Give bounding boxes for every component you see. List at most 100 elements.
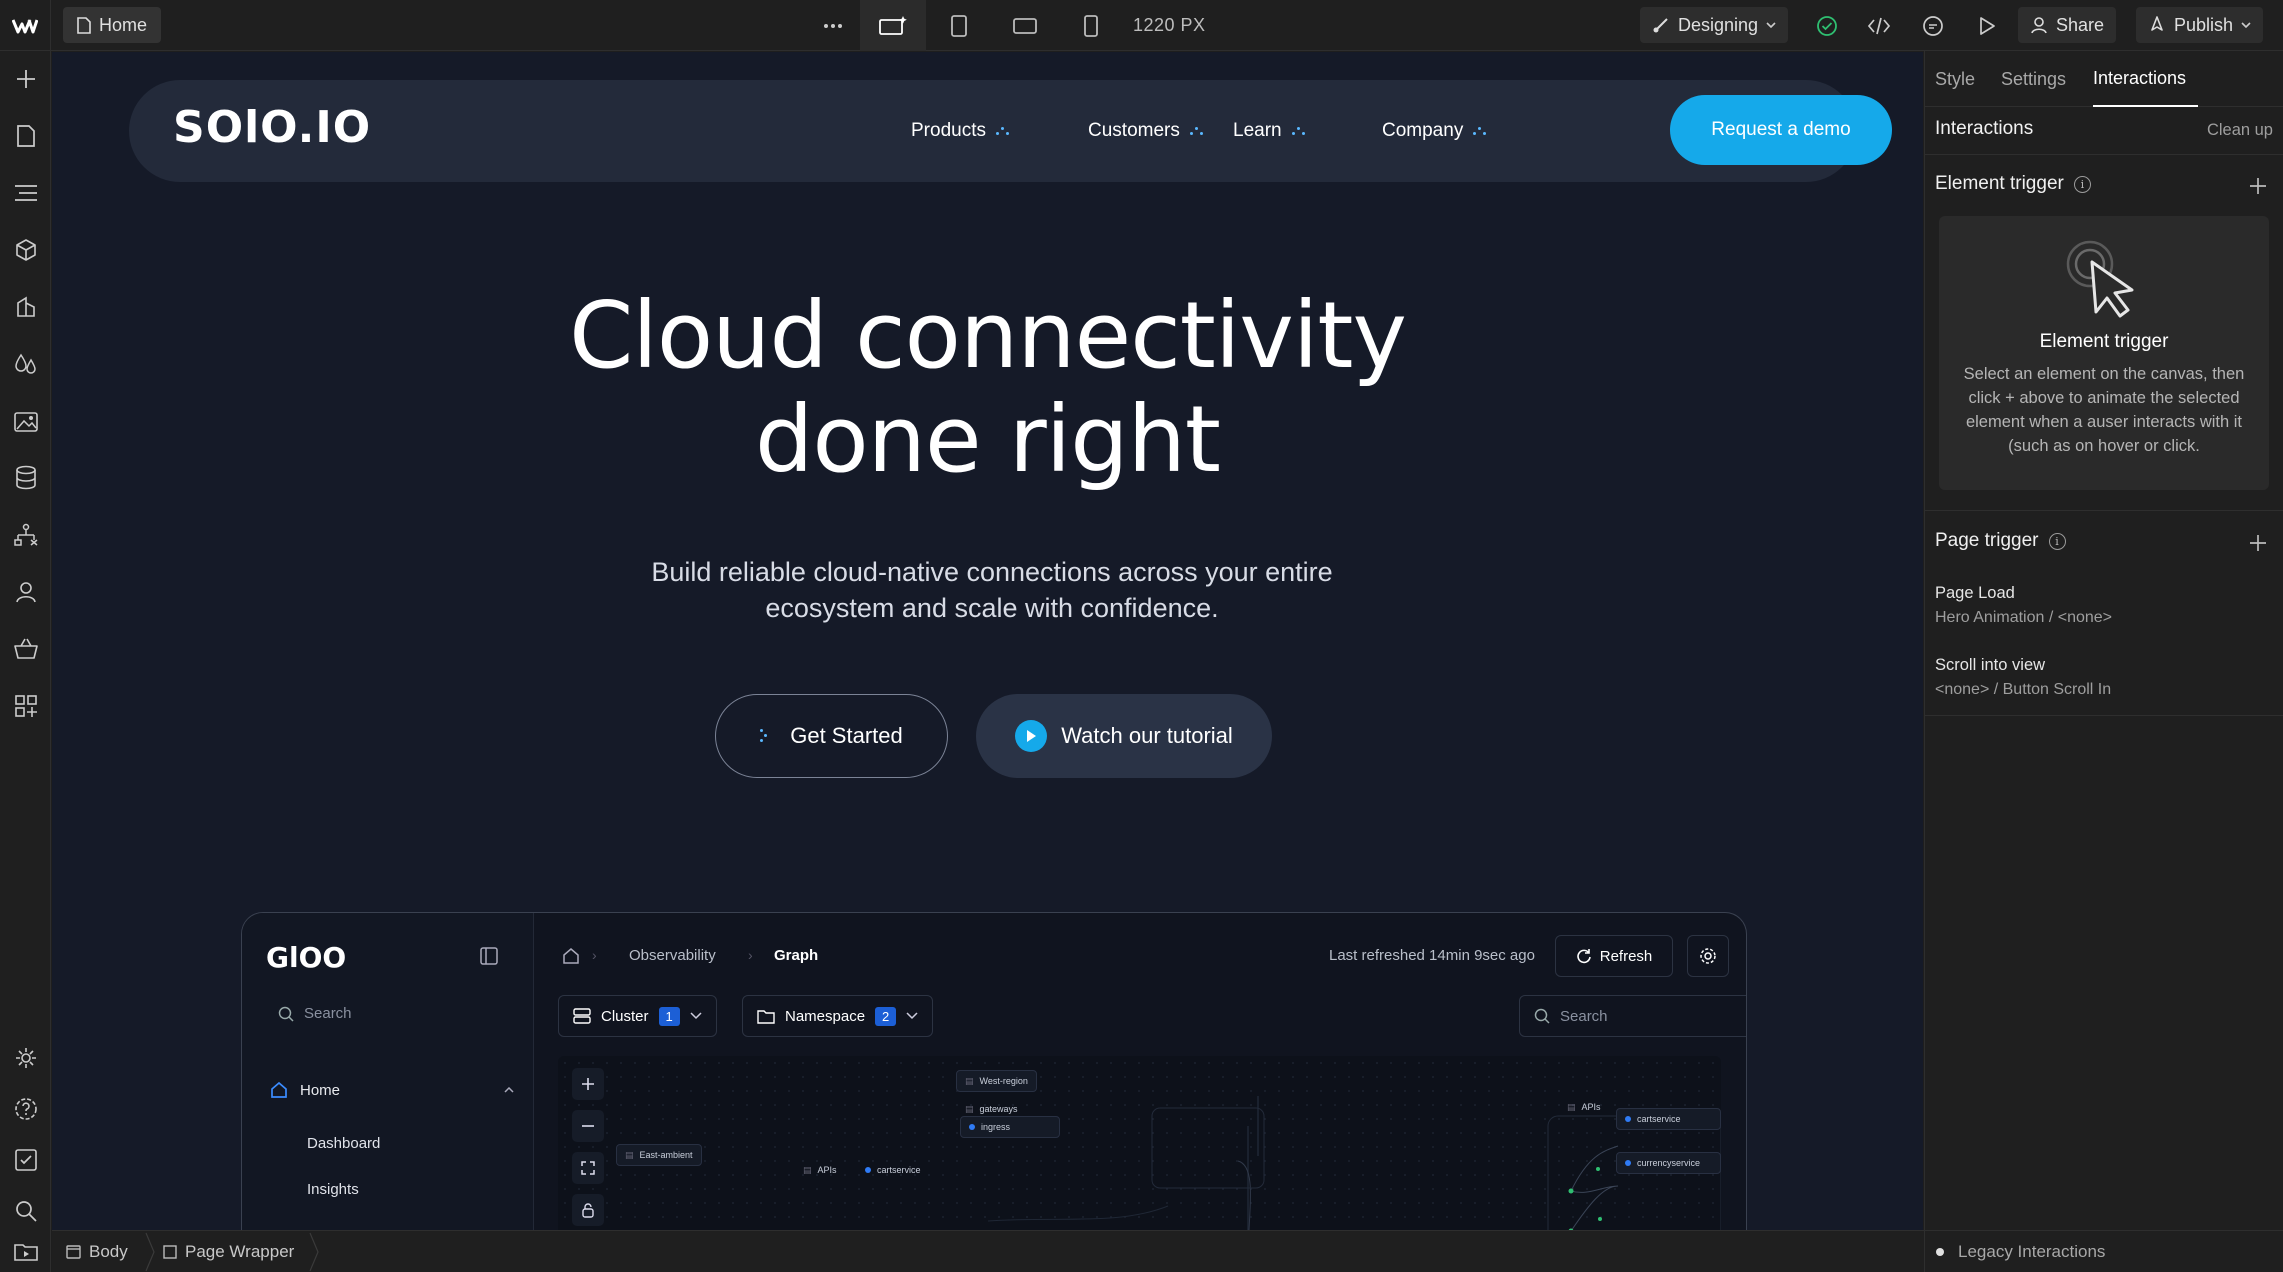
logic-flow-icon[interactable] <box>0 513 51 557</box>
request-demo-button[interactable]: Request a demo <box>1670 95 1892 165</box>
users-icon[interactable] <box>0 570 51 614</box>
home-label: Home <box>300 1081 341 1099</box>
watch-tutorial-button[interactable]: Watch our tutorial <box>976 694 1272 778</box>
top-toolbar: Home 1220 PX Designing Share Publish <box>0 0 2283 51</box>
get-started-label: Get Started <box>790 723 903 748</box>
preview-play-icon[interactable] <box>1962 0 2012 51</box>
sidebar-toggle-icon <box>480 947 498 965</box>
graph-node-apis: ▤ APIs <box>1567 1101 1601 1113</box>
node-label: East-ambient <box>639 1150 693 1160</box>
site-navbar[interactable]: SOlO.IO Products Customers Learn Company… <box>129 80 1892 182</box>
hero-title: Cloud connectivity done right <box>52 284 1923 492</box>
publish-button[interactable]: Publish <box>2136 7 2264 43</box>
viewport-width-readout[interactable]: 1220 PX <box>1133 0 1206 51</box>
legacy-interactions-toggle[interactable]: Legacy Interactions <box>1936 1231 2105 1272</box>
nav-item-company[interactable]: Company <box>1382 80 1487 182</box>
clean-up-button[interactable]: Clean up <box>2207 121 2273 140</box>
tab-interactions[interactable]: Interactions <box>2093 51 2199 107</box>
breadcrumb-page-wrapper[interactable]: Page Wrapper <box>163 1231 294 1272</box>
page-trigger-name: Page Load <box>1935 584 2015 602</box>
watch-tutorial-label: Watch our tutorial <box>1061 723 1233 748</box>
node-label: currencyservice <box>1637 1158 1701 1168</box>
cms-icon[interactable] <box>0 456 51 500</box>
info-icon[interactable]: i <box>2073 175 2091 193</box>
namespace-count: 2 <box>875 1006 897 1026</box>
settings-gear-icon[interactable] <box>0 1036 51 1080</box>
page-selector[interactable]: Home <box>63 7 162 43</box>
home-icon <box>271 1081 287 1098</box>
get-started-button[interactable]: Get Started <box>715 694 948 778</box>
chevron-down-icon <box>1766 22 1776 28</box>
webflow-logo-icon[interactable] <box>0 0 51 51</box>
more-options-icon[interactable] <box>808 0 858 51</box>
video-tutorials-icon[interactable] <box>0 1229 51 1272</box>
comments-icon[interactable] <box>1908 0 1958 51</box>
gear-icon <box>1700 948 1716 964</box>
service-graph: ▤ West-region ▤ gateways ingress ▤ East-amb… <box>558 1056 1721 1230</box>
add-elements-icon[interactable] <box>0 57 51 101</box>
mobile-portrait-icon[interactable] <box>1066 0 1116 51</box>
element-trigger-label: Element trigger <box>1935 173 2064 194</box>
mode-dropdown[interactable]: Designing <box>1640 7 1789 43</box>
page-trigger-label: Page trigger <box>1935 530 2039 551</box>
desktop-breakpoint-icon[interactable] <box>860 0 926 51</box>
status-check-icon[interactable] <box>1802 0 1852 51</box>
graph-search: Search <box>1519 995 1746 1037</box>
components-icon[interactable] <box>0 228 51 272</box>
info-icon[interactable]: i <box>2048 532 2066 550</box>
add-element-trigger-icon[interactable] <box>2247 175 2269 197</box>
breadcrumb-bar: Body Page Wrapper Legacy Interactions <box>52 1230 2283 1272</box>
product-nav-home: Home <box>270 1081 514 1099</box>
graph-node-cartservice: cartservice <box>1616 1108 1721 1130</box>
design-canvas[interactable]: SOlO.IO Products Customers Learn Company… <box>52 52 1923 1230</box>
solo-logo[interactable]: SOlO.IO <box>173 102 371 153</box>
audit-checklist-icon[interactable] <box>0 1138 51 1182</box>
home-icon <box>563 948 579 964</box>
share-label: Share <box>2056 14 2105 35</box>
breadcrumb-body[interactable]: Body <box>66 1231 128 1272</box>
refresh-button: Refresh <box>1555 935 1673 977</box>
ecommerce-basket-icon[interactable] <box>0 627 51 671</box>
divider <box>1925 154 2283 155</box>
hero-title-line-1: Cloud connectivity <box>569 282 1407 389</box>
last-refreshed-text: Last refreshed 14min 9sec ago <box>1329 947 1535 964</box>
chevron-down-icon <box>906 1012 918 1020</box>
folder-icon <box>757 1010 775 1024</box>
element-trigger-heading: Element trigger i <box>1935 173 2091 195</box>
search-icon <box>278 1006 294 1022</box>
divider <box>1924 1231 1925 1272</box>
tab-settings[interactable]: Settings <box>2001 51 2066 107</box>
assets-icon[interactable] <box>0 399 51 443</box>
navigator-icon[interactable] <box>0 171 51 215</box>
breadcrumb-label: Body <box>89 1242 128 1261</box>
nav-item-customers[interactable]: Customers <box>1088 80 1204 182</box>
node-label: cartservice <box>877 1165 921 1175</box>
search-icon[interactable] <box>0 1189 51 1233</box>
server-icon <box>573 1008 591 1024</box>
nav-item-products[interactable]: Products <box>911 80 1010 182</box>
nav-item-learn[interactable]: Learn <box>1233 80 1306 182</box>
style-selectors-icon[interactable] <box>0 342 51 386</box>
add-page-trigger-icon[interactable] <box>2247 532 2269 554</box>
code-icon[interactable] <box>1854 0 1904 51</box>
apps-icon[interactable] <box>0 684 51 728</box>
variables-icon[interactable] <box>0 285 51 329</box>
help-icon[interactable] <box>0 1087 51 1131</box>
graph-node-west-region: ▤ West-region <box>956 1070 1037 1092</box>
cluster-filter: Cluster 1 <box>558 995 717 1037</box>
breadcrumb-separator: › <box>748 947 753 963</box>
tablet-breakpoint-icon[interactable] <box>934 0 984 51</box>
mobile-landscape-icon[interactable] <box>1000 0 1050 51</box>
play-icon <box>1015 720 1048 752</box>
breadcrumb-separator-icon <box>309 1232 319 1272</box>
pages-icon[interactable] <box>0 114 51 158</box>
hero-title-line-2: done right <box>754 386 1221 493</box>
tab-style[interactable]: Style <box>1935 51 1975 107</box>
dots-icon <box>995 126 1010 136</box>
cursor-click-icon <box>2066 240 2134 318</box>
product-screenshot[interactable]: GlOO Search Home Dashboard Insights › Ob… <box>241 912 1747 1230</box>
product-nav-insights: Insights <box>307 1181 359 1198</box>
gloo-logo: GlOO <box>266 941 347 974</box>
share-button[interactable]: Share <box>2018 7 2117 43</box>
legacy-label: Legacy Interactions <box>1958 1242 2106 1261</box>
